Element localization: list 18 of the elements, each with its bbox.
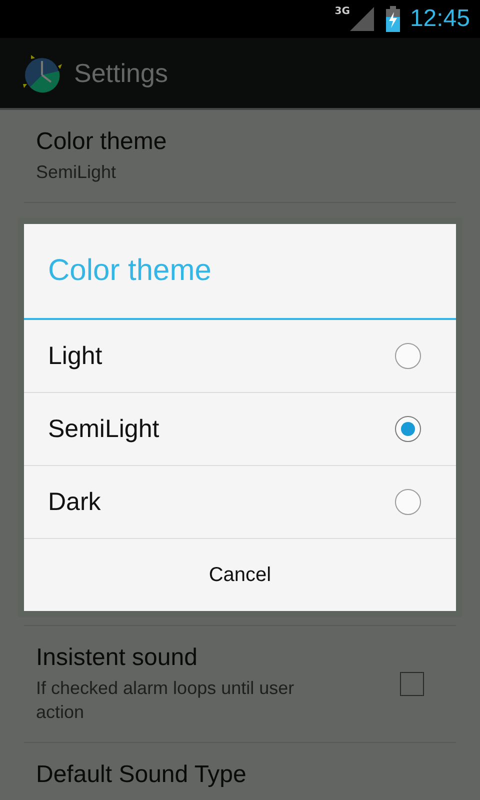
dialog-title: Color theme: [24, 224, 456, 320]
clock-time: 12:45: [410, 5, 470, 33]
radio-button[interactable]: [395, 343, 421, 369]
item-summary: SemiLight: [36, 161, 118, 184]
signal-icon: [350, 7, 374, 31]
screen-title: Settings: [74, 58, 168, 88]
network-type: 3G: [334, 6, 350, 17]
battery-charging-icon: [386, 6, 400, 32]
radio-button[interactable]: [395, 489, 421, 515]
theme-option[interactable]: SemiLight: [24, 393, 456, 466]
clock-icon: [22, 53, 62, 93]
item-title: Insistent sound: [36, 644, 198, 672]
theme-option[interactable]: Light: [24, 320, 456, 393]
item-title: Default Sound Type: [36, 761, 248, 789]
item-summary: If checked alarm loops until user action: [36, 677, 296, 724]
item-title: Color theme: [36, 128, 168, 156]
checkbox[interactable]: [400, 672, 424, 696]
radio-button[interactable]: [395, 416, 421, 442]
